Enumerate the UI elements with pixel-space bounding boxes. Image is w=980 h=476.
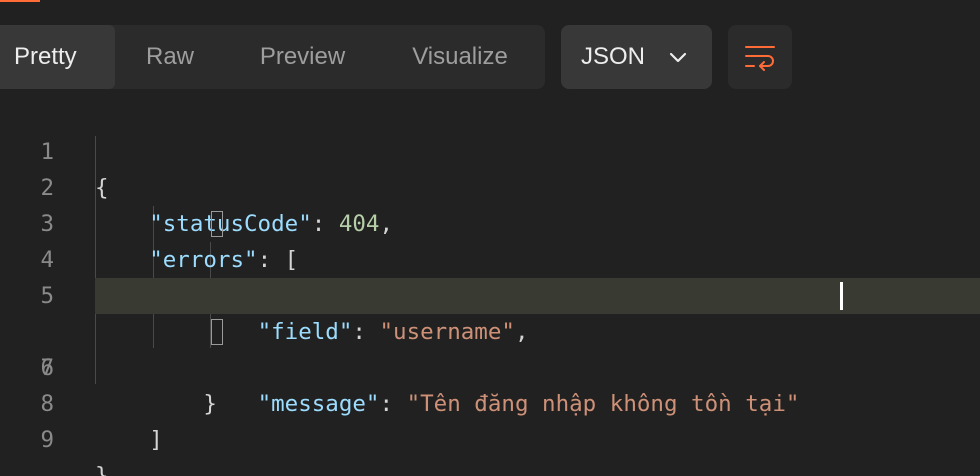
code-line: 7 } bbox=[0, 314, 980, 417]
format-dropdown-value: JSON bbox=[581, 43, 646, 70]
wrap-lines-icon bbox=[745, 46, 775, 71]
code-line: 9 } bbox=[0, 386, 980, 476]
tab-raw[interactable]: Raw bbox=[115, 25, 225, 89]
tab-visualize[interactable]: Visualize bbox=[380, 25, 540, 89]
active-line-highlight bbox=[95, 278, 980, 314]
code-line: 2 "statusCode": 404, bbox=[0, 134, 980, 237]
matched-bracket-open bbox=[211, 211, 223, 237]
matched-bracket-close bbox=[211, 319, 223, 345]
text-cursor bbox=[840, 282, 843, 310]
response-view-tabs: Pretty Raw Preview Visualize bbox=[0, 25, 545, 89]
line-number: 9 bbox=[40, 427, 54, 453]
tab-pretty[interactable]: Pretty bbox=[0, 25, 115, 89]
chevron-down-icon bbox=[669, 52, 687, 63]
wrap-lines-button[interactable] bbox=[728, 25, 792, 89]
code-line: 1 { bbox=[0, 98, 980, 201]
json-punctuation: ] bbox=[149, 427, 163, 453]
code-line: 8 ] bbox=[0, 350, 980, 453]
format-dropdown[interactable]: JSON bbox=[561, 25, 712, 89]
code-line: 4 { bbox=[0, 206, 980, 309]
response-body-editor[interactable]: 1 { 2 "statusCode": 404, 3 "errors": [ 4… bbox=[0, 98, 980, 476]
active-tab-indicator bbox=[0, 0, 40, 2]
json-punctuation: } bbox=[95, 463, 109, 476]
tab-preview[interactable]: Preview bbox=[225, 25, 380, 89]
code-line: 3 "errors": [ bbox=[0, 170, 980, 273]
code-line-active: 6 "message": "Tên đăng nhập không tồn tạ… bbox=[0, 278, 980, 417]
code-line: 5 "field": "username", bbox=[0, 242, 980, 345]
